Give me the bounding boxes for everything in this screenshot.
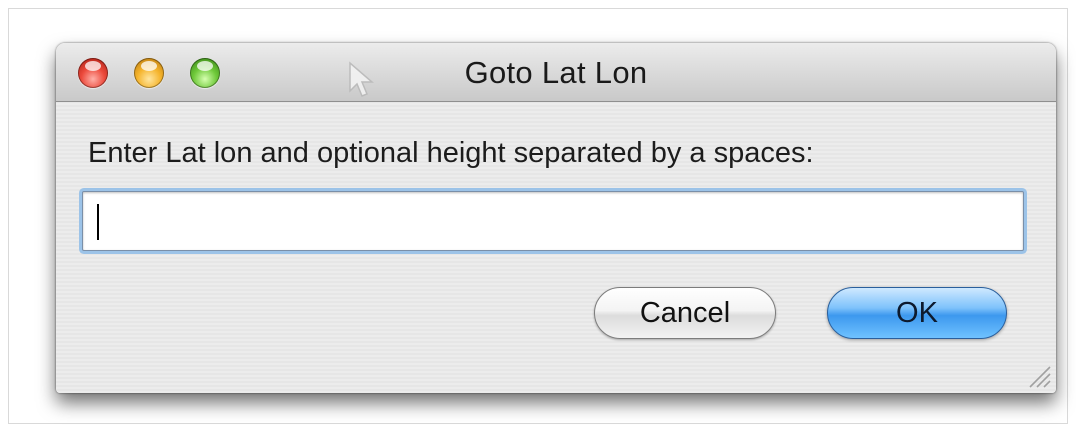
cancel-button[interactable]: Cancel (594, 287, 776, 339)
ok-button[interactable]: OK (827, 287, 1007, 339)
screenshot-frame: Goto Lat Lon Enter Lat lon and optional … (8, 8, 1068, 424)
window-title: Goto Lat Lon (464, 55, 648, 90)
title-bar[interactable]: Goto Lat Lon (56, 43, 1056, 102)
prompt-label: Enter Lat lon and optional height separa… (88, 137, 814, 169)
text-caret (97, 204, 99, 240)
resize-grip-icon[interactable] (1024, 361, 1052, 389)
lat-lon-input[interactable] (83, 192, 1023, 250)
lat-lon-input-field[interactable] (82, 191, 1024, 251)
dialog-window: Goto Lat Lon Enter Lat lon and optional … (56, 43, 1056, 393)
mouse-pointer-icon (349, 61, 375, 97)
